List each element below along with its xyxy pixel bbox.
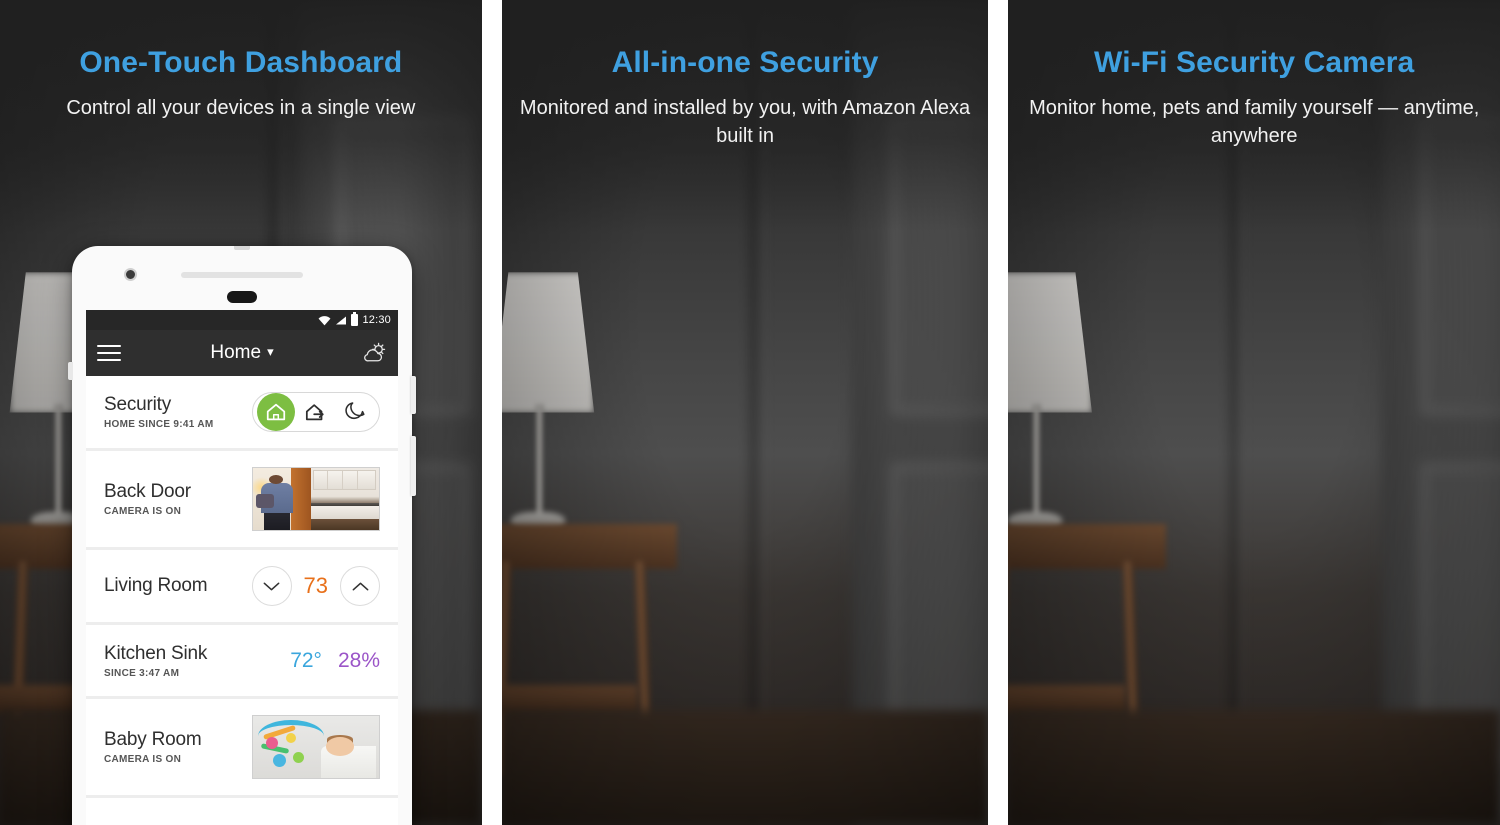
sensor-humidity-value: 28%: [337, 648, 380, 672]
earpiece-speaker: [181, 272, 303, 278]
device-card-list: Security HOME SINCE 9:41 AM Back Door CA…: [86, 376, 398, 798]
battery-icon: [351, 312, 359, 326]
temperature-up-button[interactable]: [340, 566, 380, 606]
card-title: Security: [104, 394, 172, 415]
mode-night-button[interactable]: [337, 393, 375, 431]
card-title: Back Door: [104, 481, 191, 502]
camera-thumbnail-baby-room[interactable]: [252, 715, 380, 779]
card-subtitle: SINCE 3:47 AM: [104, 667, 180, 679]
thermostat-control[interactable]: 73: [251, 566, 380, 606]
panel-camera: Wi-Fi Security Camera Monitor home, pets…: [1008, 0, 1500, 825]
panel-1-heading: One-Touch Dashboard: [79, 46, 403, 79]
phone-mockup-1: 12:30 Home ▾ Security HOME SINCE 9:41 AM…: [68, 246, 416, 825]
thermostat-temperature: 73: [303, 573, 328, 598]
front-camera-icon: [124, 268, 137, 281]
app-bar: Home ▾: [86, 330, 398, 376]
card-title: Living Room: [104, 575, 208, 596]
card-subtitle: HOME SINCE 9:41 AM: [104, 419, 214, 430]
app-bar-title: Home ▾: [86, 342, 398, 364]
panel-divider-2: [988, 0, 1009, 825]
security-mode-segment[interactable]: [252, 392, 380, 432]
panel-dashboard: One-Touch Dashboard Control all your dev…: [0, 0, 482, 825]
hamburger-menu-icon[interactable]: [97, 345, 121, 361]
card-security[interactable]: Security HOME SINCE 9:41 AM: [86, 376, 398, 451]
status-bar: 12:30: [86, 310, 398, 330]
chevron-down-icon[interactable]: ▾: [267, 344, 274, 360]
camera-thumbnail-back-door[interactable]: [252, 467, 380, 531]
card-title: Baby Room: [104, 729, 202, 750]
app-bar-title-text: Home: [210, 342, 262, 363]
card-subtitle: CAMERA IS ON: [104, 506, 182, 517]
card-title: Kitchen Sink: [104, 642, 208, 664]
temperature-down-button[interactable]: [251, 566, 292, 606]
panel-divider-1: [481, 0, 502, 825]
promo-screenshot-stage: One-Touch Dashboard Control all your dev…: [0, 0, 1500, 825]
panel-2-subheading: Monitored and installed by you, with Ama…: [519, 97, 971, 147]
panel-3-heading: Wi-Fi Security Camera: [1094, 46, 1415, 79]
card-living-room[interactable]: Living Room 73: [86, 550, 398, 625]
card-subtitle: CAMERA IS ON: [104, 754, 182, 765]
panel-3-header: Wi-Fi Security Camera Monitor home, pets…: [1008, 0, 1500, 150]
sun-behind-cloud-icon[interactable]: [361, 342, 387, 364]
panel-2-header: All-in-one Security Monitored and instal…: [502, 0, 989, 150]
sensor-bar: [227, 291, 257, 303]
phone-1-screen: 12:30 Home ▾ Security HOME SINCE 9:41 AM…: [86, 310, 398, 825]
panel-2-heading: All-in-one Security: [611, 46, 879, 79]
sensor-readings: 72° 28%: [290, 649, 380, 673]
status-clock: 12:30: [362, 314, 391, 326]
mode-away-button[interactable]: [297, 393, 335, 431]
sensor-temperature-value: 72°: [290, 648, 322, 672]
panel-3-subheading: Monitor home, pets and family yourself —…: [1029, 97, 1480, 147]
card-back-door[interactable]: Back Door CAMERA IS ON: [86, 451, 398, 550]
panel-1-header: One-Touch Dashboard Control all your dev…: [0, 0, 482, 123]
card-baby-room[interactable]: Baby Room CAMERA IS ON: [86, 699, 398, 798]
panel-security: All-in-one Security Monitored and instal…: [501, 0, 989, 825]
cellular-signal-icon: [336, 316, 347, 324]
mode-home-button[interactable]: [257, 393, 295, 431]
wifi-icon: [319, 315, 331, 325]
panel-1-subheading: Control all your devices in a single vie…: [66, 97, 416, 119]
card-kitchen-sink[interactable]: Kitchen Sink SINCE 3:47 AM 72° 28%: [86, 625, 398, 699]
